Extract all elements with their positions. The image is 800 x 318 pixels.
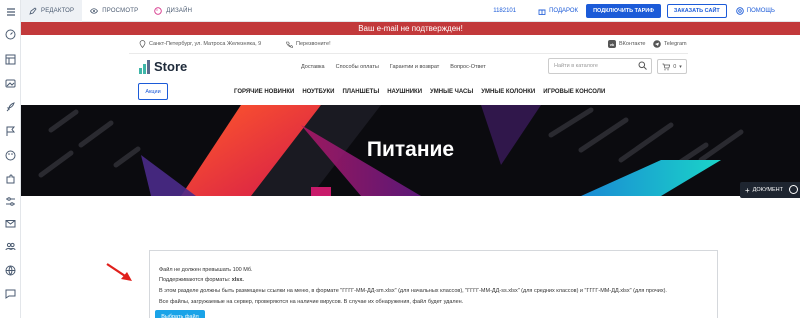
tab-editor-label: Редактор: [41, 7, 75, 14]
tab-design[interactable]: Дизайн: [146, 0, 200, 22]
category-tablets[interactable]: ПЛАНШЕТЫ: [342, 89, 379, 95]
header-divider: [129, 53, 688, 54]
mail-icon[interactable]: [5, 218, 16, 229]
category-headphones[interactable]: НАУШНИКИ: [387, 89, 422, 95]
editor-toolbar: Редактор Просмотр Дизайн 1182101 Подарок…: [21, 0, 800, 22]
formats-prefix: Поддерживаются форматы:: [159, 277, 232, 283]
size-limit-text: Файл не должен превышать 100 Мб.: [159, 267, 253, 273]
top-nav: Доставка Способы оплаты Гарантии и возвр…: [301, 64, 497, 70]
chevron-down-icon: ▾: [679, 63, 682, 70]
help-icon: [736, 6, 744, 15]
hero-banner: Питание: [21, 105, 800, 196]
nav-faq[interactable]: Вопрос-Ответ: [450, 64, 485, 70]
vk-text: ВКонтакте: [619, 41, 646, 47]
category-nav: ГОРЯЧИЕ НОВИНКИ НОУТБУКИ ПЛАНШЕТЫ НАУШНИ…: [234, 89, 613, 95]
connect-plan-button[interactable]: Подключить тариф: [586, 3, 661, 18]
globe-icon[interactable]: [5, 265, 16, 276]
vk-link[interactable]: vk ВКонтакте: [608, 40, 645, 48]
formats-value: xlsx.: [231, 277, 244, 283]
nav-delivery[interactable]: Доставка: [301, 64, 325, 70]
pencil-icon: [29, 6, 37, 15]
design-palette-icon: [154, 6, 163, 15]
telegram-text: Telegram: [664, 41, 687, 47]
tab-preview[interactable]: Просмотр: [82, 0, 146, 22]
logo-bars-icon: [139, 60, 151, 74]
tab-design-label: Дизайн: [166, 7, 193, 14]
address-text: Санкт-Петербург, ул. Матроса Железняка, …: [149, 41, 262, 47]
site-id[interactable]: 1182101: [493, 8, 516, 14]
tab-editor[interactable]: Редактор: [21, 0, 83, 22]
location-pin-icon: [139, 40, 146, 48]
promo-button[interactable]: Акции: [138, 83, 168, 100]
puzzle-icon[interactable]: [5, 174, 16, 185]
cart-button[interactable]: 0 ▾: [657, 59, 687, 74]
vk-icon: vk: [608, 40, 616, 48]
contact-row: Санкт-Петербург, ул. Матроса Железняка, …: [21, 35, 800, 53]
users-icon[interactable]: [5, 241, 16, 252]
gift-icon: [538, 9, 546, 15]
menu-icon[interactable]: [5, 6, 16, 17]
category-consoles[interactable]: ИГРОВЫЕ КОНСОЛИ: [543, 89, 605, 95]
email-warning-banner[interactable]: Ваш e-mail не подтвержден!: [21, 22, 800, 35]
rocket-icon[interactable]: [5, 102, 16, 113]
layout-icon[interactable]: [5, 54, 16, 65]
help-label: Помощь: [746, 7, 775, 14]
palette-icon[interactable]: [5, 150, 16, 161]
site-preview: Санкт-Петербург, ул. Матроса Железняка, …: [21, 35, 800, 318]
cart-count: 0: [673, 63, 677, 70]
banner-text: Ваш e-mail не подтвержден!: [358, 24, 463, 33]
order-site-button[interactable]: Заказать сайт: [666, 3, 727, 18]
naming-rules-text: В этом разделе должны быть размещены ссы…: [159, 288, 667, 294]
flag-icon[interactable]: [5, 126, 16, 137]
store-logo[interactable]: Store: [139, 59, 187, 74]
left-rail: [0, 0, 21, 318]
cart-icon: [662, 63, 671, 70]
red-arrow-icon: [106, 263, 132, 281]
settings-icon[interactable]: [789, 185, 798, 194]
choose-file-button[interactable]: Выбрать файл: [155, 310, 205, 318]
telegram-link[interactable]: Telegram: [653, 40, 687, 48]
category-speakers[interactable]: УМНЫЕ КОЛОНКИ: [481, 89, 535, 95]
hero-title: Питание: [366, 138, 455, 161]
address: Санкт-Петербург, ул. Матроса Железняка, …: [139, 40, 261, 48]
help-button[interactable]: Помощь: [736, 6, 775, 15]
document-label: Документ: [752, 187, 784, 193]
speedometer-icon[interactable]: [5, 29, 16, 40]
file-upload-panel: Файл не должен превышать 100 Мб. Поддерж…: [149, 250, 718, 318]
tab-preview-label: Просмотр: [102, 7, 139, 14]
logo-text: Store: [154, 59, 188, 74]
search-placeholder: Найти в каталоге: [554, 63, 598, 69]
category-watches[interactable]: УМНЫЕ ЧАСЫ: [430, 89, 473, 95]
document-button[interactable]: + Документ: [740, 182, 800, 198]
gift-label: Подарок: [549, 7, 579, 14]
callback-text: Перезвоните!: [296, 41, 331, 47]
sliders-icon[interactable]: [5, 196, 16, 207]
image-icon[interactable]: [5, 78, 16, 89]
phone-icon: [286, 41, 293, 48]
callback-link[interactable]: Перезвоните!: [286, 41, 331, 48]
nav-payment[interactable]: Способы оплаты: [336, 64, 379, 70]
category-hot[interactable]: ГОРЯЧИЕ НОВИНКИ: [234, 89, 294, 95]
telegram-icon: [653, 40, 661, 48]
plus-icon: +: [745, 185, 750, 195]
eye-icon: [90, 7, 99, 14]
formats-text: Поддерживаются форматы: xlsx.: [159, 277, 244, 283]
gift-button[interactable]: Подарок: [538, 7, 578, 15]
category-laptops[interactable]: НОУТБУКИ: [302, 89, 334, 95]
catalog-search-input[interactable]: Найти в каталоге: [548, 58, 652, 74]
virus-check-text: Все файлы, загружаемые на сервер, провер…: [159, 299, 464, 305]
nav-warranty[interactable]: Гарантии и возврат: [390, 64, 440, 70]
search-icon[interactable]: [638, 61, 648, 71]
chat-icon[interactable]: [5, 288, 16, 299]
